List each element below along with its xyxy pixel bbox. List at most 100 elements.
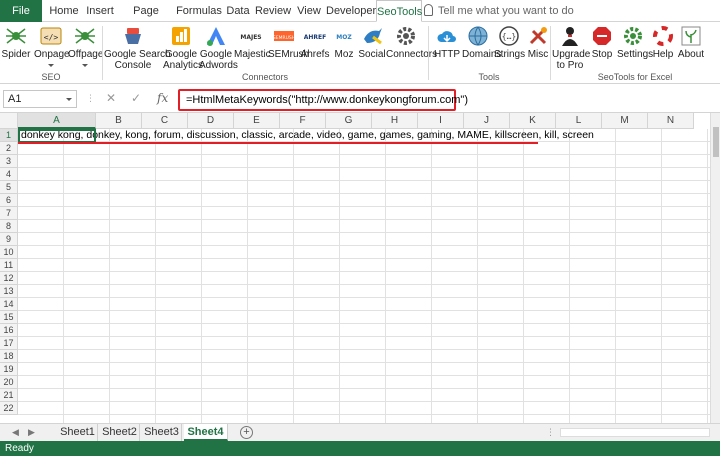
misc-button[interactable]: Misc	[526, 22, 550, 74]
spider-button[interactable]: Spider	[0, 22, 32, 74]
tell-me-search[interactable]: Tell me what you want to do	[424, 0, 574, 22]
ribbon-button-label: Google	[199, 49, 233, 60]
row-header-4[interactable]: 4	[0, 168, 18, 181]
row-header-15[interactable]: 15	[0, 311, 18, 324]
google-search-console-button[interactable]: Google Search Console	[104, 22, 171, 74]
row-header-17[interactable]: 17	[0, 337, 18, 350]
row-header-9[interactable]: 9	[0, 233, 18, 246]
tab-seotools[interactable]: SeoTools	[376, 0, 422, 22]
http-button[interactable]: HTTP	[432, 22, 462, 74]
semrush-button[interactable]: SEMRUSH SEMrush	[268, 22, 310, 74]
upgrade-button[interactable]: Upgrade to Pro	[552, 22, 590, 74]
sheet-tab-sheet3[interactable]: Sheet3	[142, 424, 182, 441]
ahrefs-button[interactable]: AHREF Ahrefs	[300, 22, 330, 74]
column-header-d[interactable]: D	[188, 113, 234, 129]
row-header-5[interactable]: 5	[0, 181, 18, 194]
formula-input[interactable]: =HtmlMetaKeywords("http://www.donkeykong…	[178, 89, 468, 111]
row-header-1[interactable]: 1	[0, 129, 18, 142]
column-header-h[interactable]: H	[372, 113, 418, 129]
domains-button[interactable]: Domains	[462, 22, 501, 74]
settings-button[interactable]: Settings	[617, 22, 653, 74]
horizontal-scrollbar[interactable]	[560, 428, 710, 437]
next-sheet-icon[interactable]: ▶	[28, 427, 35, 438]
tab-home[interactable]: Home	[46, 0, 82, 22]
cancel-icon[interactable]: ✕	[106, 91, 116, 105]
row-header-12[interactable]: 12	[0, 272, 18, 285]
insert-function-icon[interactable]: fx	[157, 91, 168, 105]
ribbon-button-label: Onpage	[34, 49, 70, 60]
help-button[interactable]: Help	[651, 22, 675, 74]
svg-text:MAJES: MAJES	[240, 34, 261, 41]
connectors-button[interactable]: Connectors	[386, 22, 437, 74]
about-button[interactable]: About	[676, 22, 706, 74]
tab-insert[interactable]: Insert	[84, 0, 116, 22]
chevron-down-icon[interactable]	[66, 98, 72, 101]
column-header-i[interactable]: I	[418, 113, 464, 129]
lightbulb-icon	[424, 4, 433, 16]
vertical-scrollbar[interactable]	[710, 113, 720, 423]
column-header-k[interactable]: K	[510, 113, 556, 129]
row-header-3[interactable]: 3	[0, 155, 18, 168]
tab-file[interactable]: File	[0, 0, 42, 22]
name-box[interactable]: A1	[3, 90, 77, 108]
row-header-14[interactable]: 14	[0, 298, 18, 311]
google-analytics-button[interactable]: Google Analytics	[163, 22, 203, 74]
chevron-down-icon[interactable]	[48, 63, 54, 67]
row-header-13[interactable]: 13	[0, 285, 18, 298]
google-adwords-button[interactable]: Google Adwords	[199, 22, 238, 74]
tab-page-layout[interactable]: Page Layout	[118, 0, 174, 39]
column-header-g[interactable]: G	[326, 113, 372, 129]
row-header-11[interactable]: 11	[0, 259, 18, 272]
select-all-corner[interactable]	[0, 113, 18, 129]
column-header-a[interactable]: A	[18, 113, 96, 129]
strings-button[interactable]: {…} Strings	[494, 22, 525, 74]
scroll-thumb[interactable]	[713, 127, 719, 157]
social-icon	[361, 25, 383, 47]
tab-formulas[interactable]: Formulas	[176, 0, 222, 22]
sheet-tab-sheet1[interactable]: Sheet1	[58, 424, 98, 441]
social-button[interactable]: Social	[358, 22, 386, 74]
row-header-10[interactable]: 10	[0, 246, 18, 259]
offpage-button[interactable]: Offpage	[68, 22, 103, 74]
offpage-icon	[74, 25, 96, 47]
prev-sheet-icon[interactable]: ◀	[12, 427, 19, 438]
ribbon-button-label: Majestic	[234, 49, 271, 60]
status-bar: Ready	[0, 441, 720, 456]
sheet-tab-sheet4[interactable]: Sheet4	[184, 424, 228, 441]
row-header-7[interactable]: 7	[0, 207, 18, 220]
row-header-6[interactable]: 6	[0, 194, 18, 207]
majestic-button[interactable]: MAJES Majestic	[234, 22, 271, 74]
column-header-b[interactable]: B	[96, 113, 142, 129]
enter-icon[interactable]: ✓	[131, 91, 141, 105]
row-header-21[interactable]: 21	[0, 389, 18, 402]
column-header-e[interactable]: E	[234, 113, 280, 129]
row-header-16[interactable]: 16	[0, 324, 18, 337]
moz-button[interactable]: MOZ Moz	[330, 22, 358, 74]
tab-review[interactable]: Review	[254, 0, 292, 22]
onpage-button[interactable]: </> Onpage	[34, 22, 70, 74]
more-sheets-icon[interactable]: ⋮	[546, 427, 555, 438]
ribbon-button-label: SEMrush	[268, 49, 310, 60]
column-header-j[interactable]: J	[464, 113, 510, 129]
row-header-8[interactable]: 8	[0, 220, 18, 233]
tab-developer[interactable]: Developer	[326, 0, 376, 22]
row-header-19[interactable]: 19	[0, 363, 18, 376]
column-header-n[interactable]: N	[648, 113, 694, 129]
add-sheet-icon[interactable]: +	[240, 426, 253, 439]
row-header-22[interactable]: 22	[0, 402, 18, 415]
column-header-f[interactable]: F	[280, 113, 326, 129]
tab-view[interactable]: View	[294, 0, 324, 22]
sheet-tab-sheet2[interactable]: Sheet2	[100, 424, 140, 441]
row-header-20[interactable]: 20	[0, 376, 18, 389]
row-header-2[interactable]: 2	[0, 142, 18, 155]
more-options-icon[interactable]: ⋮	[86, 93, 95, 104]
tab-data[interactable]: Data	[224, 0, 252, 22]
column-header-c[interactable]: C	[142, 113, 188, 129]
ribbon-button-label: Google	[164, 49, 198, 60]
column-header-l[interactable]: L	[556, 113, 602, 129]
chevron-down-icon[interactable]	[82, 63, 88, 67]
stop-button[interactable]: Stop	[590, 22, 614, 74]
column-header-m[interactable]: M	[602, 113, 648, 129]
cell-area[interactable]	[18, 129, 710, 423]
row-header-18[interactable]: 18	[0, 350, 18, 363]
